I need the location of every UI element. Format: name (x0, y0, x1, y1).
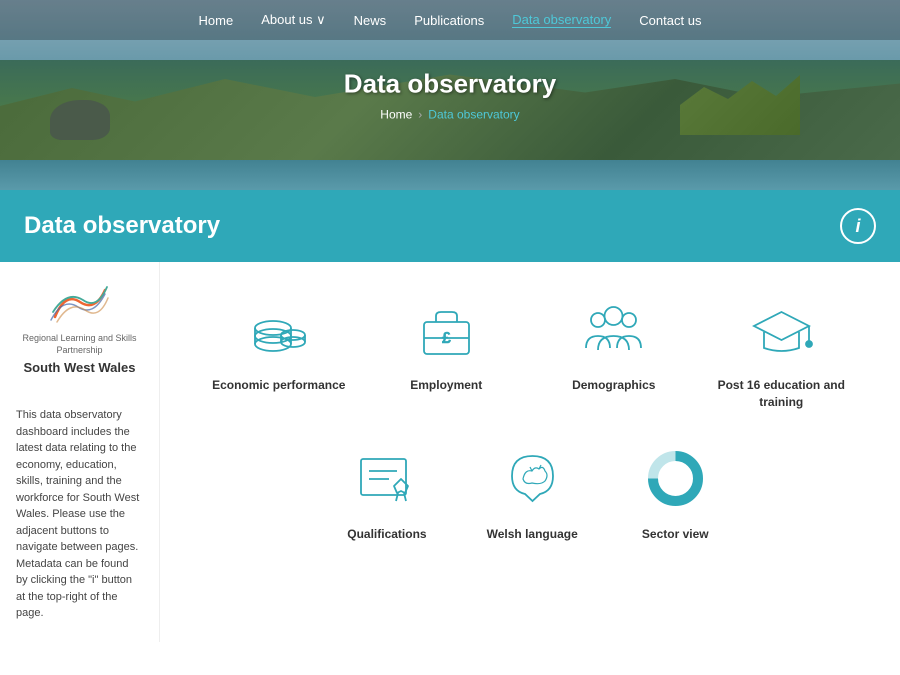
breadcrumb-home[interactable]: Home (380, 108, 412, 122)
nav-home[interactable]: Home (199, 13, 234, 28)
icon-demographics[interactable]: Demographics (535, 292, 693, 411)
org-name-large: South West Wales (24, 360, 136, 377)
nav-contact[interactable]: Contact us (639, 13, 701, 28)
icon-qualifications[interactable]: Qualifications (347, 441, 426, 543)
main-content: Economic performance £ Employment (160, 262, 900, 642)
nav-news[interactable]: News (354, 13, 387, 28)
icon-demographics-label: Demographics (572, 377, 655, 394)
svg-text:£: £ (442, 330, 451, 347)
icon-post16-label: Post 16 education and training (703, 377, 861, 411)
icon-post16-education[interactable]: Post 16 education and training (703, 292, 861, 411)
icon-employment-label: Employment (410, 377, 482, 394)
nav-publications[interactable]: Publications (414, 13, 484, 28)
nav-about[interactable]: About us ∨ (261, 12, 325, 28)
org-logo (45, 282, 115, 327)
section-header: Data observatory i (0, 190, 900, 262)
icon-employment[interactable]: £ Employment (368, 292, 526, 411)
nav-data-observatory[interactable]: Data observatory (512, 12, 611, 28)
logo-area: Regional Learning and Skills Partnership… (16, 282, 143, 377)
hero-title: Data observatory (344, 69, 556, 100)
icon-economic-label: Economic performance (212, 377, 345, 394)
org-name-small: Regional Learning and Skills Partnership (16, 333, 143, 356)
sidebar-description: This data observatory dashboard includes… (16, 407, 143, 622)
icon-sector-view-label: Sector view (642, 526, 709, 543)
icon-welsh-language-label: Welsh language (487, 526, 578, 543)
sidebar: Regional Learning and Skills Partnership… (0, 262, 160, 642)
icons-row1: Economic performance £ Employment (200, 292, 860, 411)
breadcrumb-current: Data observatory (428, 108, 519, 122)
breadcrumb-arrow: › (418, 108, 422, 122)
icon-qualifications-label: Qualifications (347, 526, 426, 543)
icon-welsh-language[interactable]: Welsh language (487, 441, 578, 543)
icon-economic-performance[interactable]: Economic performance (200, 292, 358, 411)
section-title: Data observatory (24, 212, 840, 240)
icon-sector-view[interactable]: Sector view (638, 441, 713, 543)
info-button[interactable]: i (840, 208, 876, 244)
